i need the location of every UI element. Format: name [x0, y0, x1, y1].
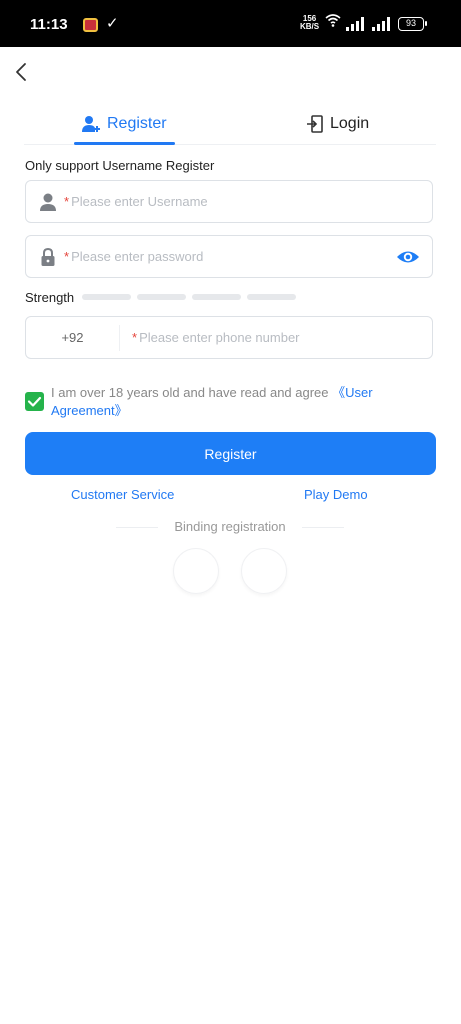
required-mark: *: [64, 249, 70, 264]
agreement-statement: I am over 18 years old and have read and…: [51, 385, 333, 400]
phone-field[interactable]: +92 *: [25, 316, 433, 359]
strength-bar: [247, 294, 296, 300]
app-notification-icon: [83, 18, 98, 32]
strength-bar: [82, 294, 131, 300]
social-login-button[interactable]: [173, 548, 219, 594]
username-input[interactable]: [71, 194, 432, 209]
country-code-select[interactable]: +92: [26, 324, 120, 351]
strength-label: Strength: [25, 290, 75, 305]
binding-registration: Binding registration: [116, 519, 344, 535]
tab-login-label: Login: [330, 115, 370, 132]
required-mark: *: [132, 330, 138, 345]
register-hint: Only support Username Register: [25, 158, 215, 173]
password-input[interactable]: [71, 249, 396, 264]
tab-login[interactable]: Login: [306, 104, 369, 144]
add-user-icon: [82, 116, 100, 132]
eye-icon[interactable]: [396, 245, 420, 269]
login-door-icon: [307, 115, 323, 133]
tab-register-label: Register: [107, 115, 167, 132]
wifi-icon: [325, 13, 341, 31]
user-icon: [40, 193, 56, 211]
network-speed-unit: KB/S: [300, 22, 320, 31]
divider: [302, 527, 344, 528]
download-done-icon: ✓: [106, 15, 119, 32]
customer-service-link[interactable]: Customer Service: [71, 487, 174, 502]
check-icon: [27, 396, 42, 407]
tab-register[interactable]: Register: [82, 104, 167, 144]
status-time: 11:13: [30, 16, 68, 33]
active-tab-indicator: [74, 142, 175, 145]
strength-bar: [137, 294, 186, 300]
signal-icon: [346, 17, 366, 31]
binding-label: Binding registration: [174, 519, 286, 534]
status-bar: 11:13 ✓ 156 KB/S 93: [0, 0, 461, 47]
password-field[interactable]: *: [25, 235, 433, 278]
agreement-text: I am over 18 years old and have read and…: [51, 384, 431, 420]
chevron-left-icon: [16, 63, 26, 81]
play-demo-link[interactable]: Play Demo: [304, 487, 368, 502]
social-login-button[interactable]: [241, 548, 287, 594]
back-button[interactable]: [10, 60, 34, 84]
divider: [116, 527, 158, 528]
register-button[interactable]: Register: [25, 432, 436, 475]
network-speed: 156 KB/S: [300, 15, 319, 31]
required-mark: *: [64, 194, 70, 209]
username-field[interactable]: *: [25, 180, 433, 223]
battery-icon: 93: [398, 17, 427, 31]
agreement-checkbox[interactable]: [25, 392, 44, 411]
signal-icon: [372, 17, 392, 31]
phone-input[interactable]: [139, 330, 432, 345]
strength-bar: [192, 294, 241, 300]
lock-icon: [41, 247, 55, 266]
auth-tabs: Register Login: [24, 104, 436, 145]
